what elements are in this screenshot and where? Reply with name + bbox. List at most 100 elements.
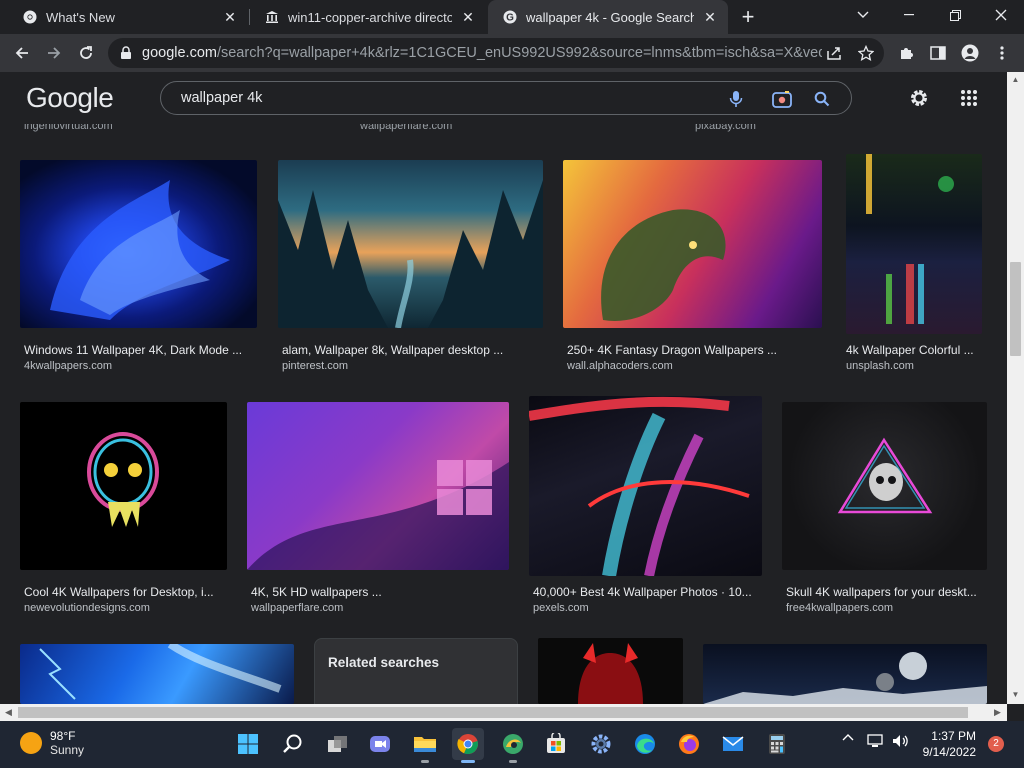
result-thumbnail[interactable] (782, 402, 987, 570)
result-thumbnail[interactable] (563, 160, 822, 328)
google-header: Google wallpaper 4k (0, 72, 1007, 124)
result-title[interactable]: Cool 4K Wallpapers for Desktop, i... (24, 585, 224, 599)
reload-button[interactable] (72, 39, 100, 67)
start-button[interactable] (232, 728, 264, 760)
result-source[interactable]: unsplash.com (846, 360, 914, 372)
close-tab-icon[interactable]: ✕ (460, 9, 476, 25)
image-result[interactable] (20, 644, 294, 704)
scroll-up-icon[interactable]: ▲ (1011, 75, 1020, 84)
back-button[interactable] (8, 39, 36, 67)
forward-button[interactable] (40, 39, 68, 67)
show-hidden-icons-chevron-icon[interactable] (838, 733, 858, 741)
volume-icon[interactable] (889, 733, 911, 749)
scroll-left-icon[interactable]: ◀ (5, 707, 12, 718)
clock-date: 9/14/2022 (922, 745, 976, 759)
result-thumbnail[interactable] (538, 638, 683, 704)
chrome-menu-icon[interactable] (988, 39, 1016, 67)
minimize-button[interactable] (886, 0, 932, 30)
new-tab-button[interactable]: + (736, 4, 760, 29)
mail-icon[interactable] (717, 728, 749, 760)
image-result[interactable]: 4K, 5K HD wallpapers ... wallpaperflare.… (247, 402, 509, 614)
result-thumbnail[interactable] (20, 644, 294, 704)
side-panel-icon[interactable] (924, 39, 952, 67)
scroll-right-icon[interactable]: ▶ (994, 707, 1001, 718)
google-logo[interactable]: Google (26, 82, 114, 114)
restore-button[interactable] (932, 0, 978, 30)
result-source[interactable]: 4kwallpapers.com (24, 360, 112, 372)
running-indicator (509, 760, 517, 763)
scrollbar-thumb[interactable] (1010, 262, 1021, 356)
share-icon[interactable] (820, 39, 848, 67)
network-icon[interactable] (864, 733, 886, 749)
file-explorer-icon[interactable] (409, 728, 441, 763)
scrollbar-thumb[interactable] (18, 707, 968, 718)
result-source[interactable]: wallpaperflare.com (251, 602, 343, 614)
image-result[interactable]: 4k Wallpaper Colorful ... unsplash.com (846, 154, 982, 372)
search-input[interactable]: wallpaper 4k (160, 81, 852, 115)
image-result[interactable]: alam, Wallpaper 8k, Wallpaper desktop ..… (278, 160, 543, 372)
result-title[interactable]: 4K, 5K HD wallpapers ... (251, 585, 506, 599)
edge-canary-icon[interactable] (497, 728, 529, 763)
result-source[interactable]: wall.alphacoders.com (567, 360, 673, 372)
result-source[interactable]: pinterest.com (282, 360, 348, 372)
sun-icon (20, 732, 42, 754)
vertical-scrollbar[interactable]: ▲ ▼ (1007, 72, 1024, 704)
weather-widget[interactable]: 98°F Sunny (20, 729, 84, 757)
taskbar-search-icon[interactable] (277, 728, 309, 760)
url-text: google.com/search?q=wallpaper+4k&rlz=1C1… (142, 45, 822, 61)
result-title[interactable]: alam, Wallpaper 8k, Wallpaper desktop ..… (282, 343, 537, 357)
teams-chat-icon[interactable] (364, 728, 396, 760)
result-source[interactable]: free4kwallpapers.com (786, 602, 893, 614)
google-apps-icon[interactable] (956, 85, 982, 111)
image-result[interactable]: 250+ 4K Fantasy Dragon Wallpapers ... wa… (563, 160, 822, 372)
bookmark-star-icon[interactable] (852, 39, 880, 67)
result-title[interactable]: 4k Wallpaper Colorful ... (846, 343, 982, 357)
tab-title: win11-copper-archive directory l (288, 9, 452, 25)
task-view-icon[interactable] (322, 728, 354, 760)
result-thumbnail[interactable] (529, 396, 762, 576)
profile-avatar-icon[interactable] (956, 39, 984, 67)
result-title[interactable]: Windows 11 Wallpaper 4K, Dark Mode ... (24, 343, 254, 357)
firefox-icon[interactable] (673, 728, 705, 760)
extensions-puzzle-icon[interactable] (892, 39, 920, 67)
scroll-down-icon[interactable]: ▼ (1011, 690, 1020, 699)
result-title[interactable]: 250+ 4K Fantasy Dragon Wallpapers ... (567, 343, 819, 357)
image-result[interactable]: Skull 4K wallpapers for your deskt... fr… (782, 402, 987, 614)
tab-google-search[interactable]: G wallpaper 4k - Google Search ✕ (488, 0, 728, 34)
camera-lens-icon[interactable] (771, 88, 793, 110)
horizontal-scrollbar[interactable]: ◀ ▶ (0, 704, 1007, 721)
address-bar[interactable]: google.com/search?q=wallpaper+4k&rlz=1C1… (108, 38, 884, 68)
image-result[interactable]: Windows 11 Wallpaper 4K, Dark Mode ... 4… (20, 160, 257, 372)
chrome-taskbar-icon[interactable] (452, 728, 484, 763)
search-icon[interactable] (811, 88, 833, 110)
close-tab-icon[interactable]: ✕ (222, 9, 238, 25)
image-result[interactable]: Cool 4K Wallpapers for Desktop, i... new… (20, 402, 227, 614)
tab-archive-directory[interactable]: win11-copper-archive directory l ✕ (250, 0, 486, 34)
result-source[interactable]: newevolutiondesigns.com (24, 602, 150, 614)
result-thumbnail[interactable] (703, 644, 987, 704)
image-result[interactable]: 40,000+ Best 4k Wallpaper Photos · 10...… (529, 396, 762, 614)
settings-taskbar-icon[interactable] (585, 728, 617, 760)
close-window-button[interactable] (978, 0, 1024, 30)
taskbar-clock[interactable]: 1:37 PM 9/14/2022 (914, 728, 976, 760)
edge-browser-icon[interactable] (629, 728, 661, 760)
result-thumbnail[interactable] (278, 160, 543, 328)
result-thumbnail[interactable] (247, 402, 509, 570)
google-g-icon: G (502, 9, 518, 25)
result-source[interactable]: pexels.com (533, 602, 589, 614)
result-thumbnail[interactable] (846, 154, 982, 334)
microsoft-store-icon[interactable] (540, 728, 572, 760)
settings-gear-icon[interactable] (906, 85, 932, 111)
tab-whats-new[interactable]: What's New ✕ (8, 0, 248, 34)
result-thumbnail[interactable] (20, 402, 227, 570)
image-result[interactable] (703, 644, 987, 704)
result-title[interactable]: Skull 4K wallpapers for your deskt... (786, 585, 986, 599)
notification-badge[interactable]: 2 (988, 736, 1004, 752)
close-tab-icon[interactable]: ✕ (702, 9, 718, 25)
image-result[interactable] (538, 638, 683, 704)
calculator-icon[interactable] (761, 728, 793, 760)
microphone-icon[interactable] (725, 88, 747, 110)
result-thumbnail[interactable] (20, 160, 257, 328)
tab-search-button[interactable] (840, 0, 886, 30)
result-title[interactable]: 40,000+ Best 4k Wallpaper Photos · 10... (533, 585, 759, 599)
